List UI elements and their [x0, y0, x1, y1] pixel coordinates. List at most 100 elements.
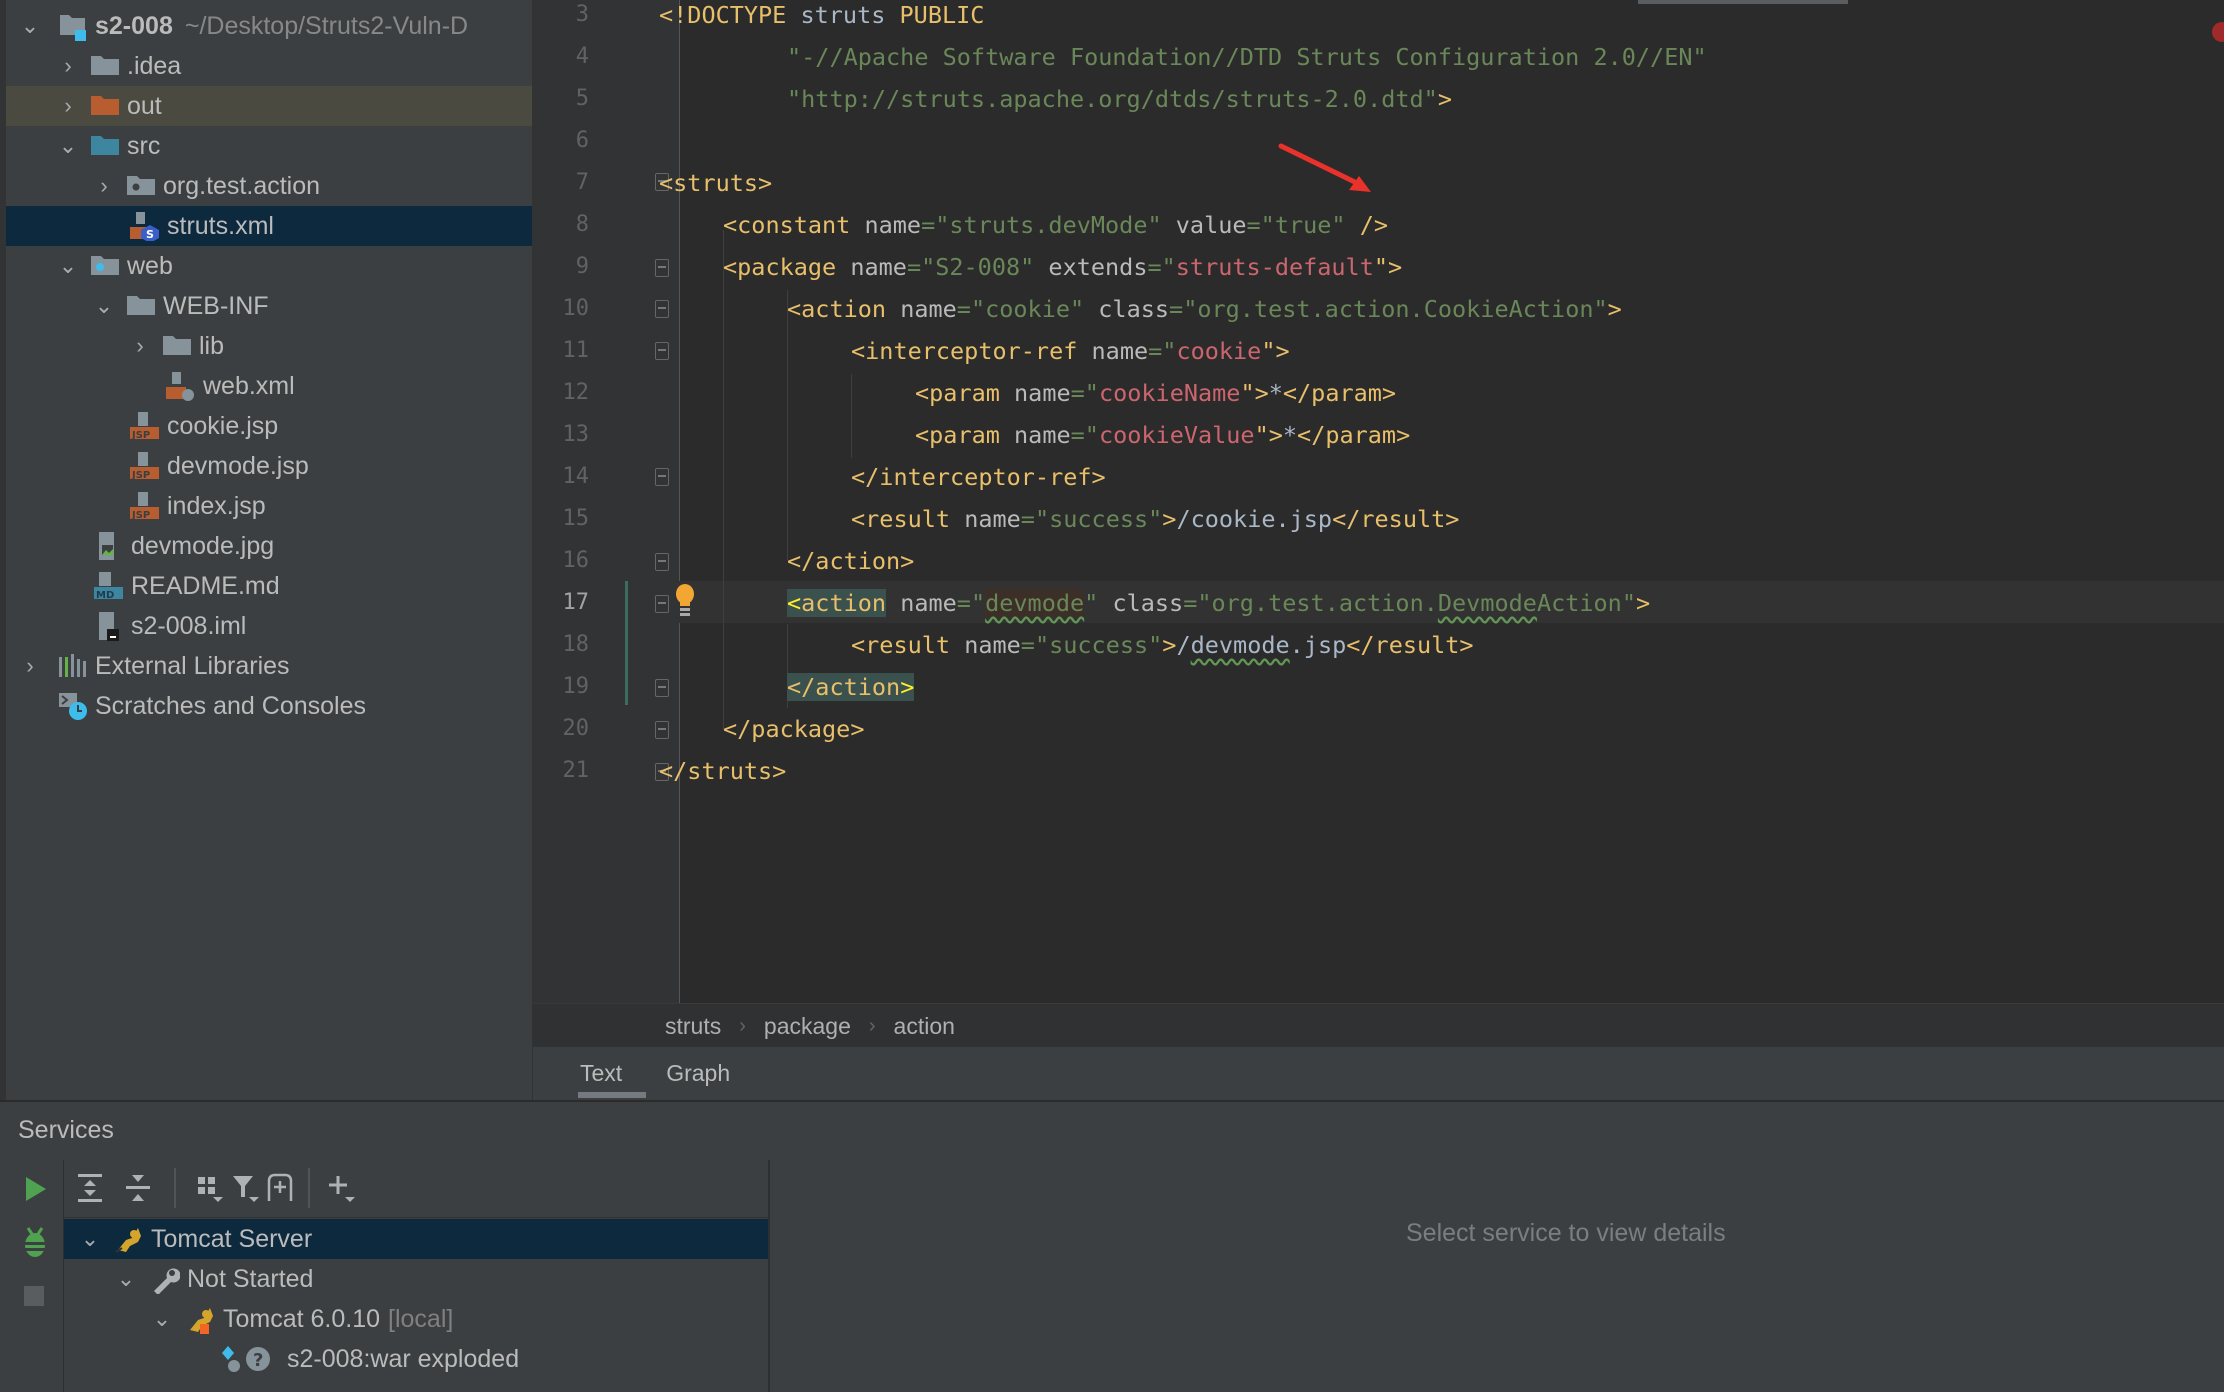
tree-item-struts-xml[interactable]: S struts.xml	[6, 206, 532, 246]
breadcrumb-item-action[interactable]: action	[894, 1013, 955, 1040]
code-editor[interactable]: 3 4 5 6 7 8 9 10 11 12 13 14 15 16 17 18 19 20 21 <!DOCTYP…	[533, 0, 2224, 1003]
code-line-19: </action>	[787, 673, 915, 701]
package-icon	[126, 171, 156, 201]
toolbar-separator	[174, 1168, 176, 1208]
chevron-right-icon[interactable]: ›	[20, 646, 40, 686]
tree-item-iml[interactable]: s2-008.iml	[6, 606, 532, 646]
breadcrumb-item-package[interactable]: package	[764, 1013, 851, 1040]
line-number[interactable]: 17	[533, 582, 590, 624]
line-number[interactable]: 12	[533, 372, 590, 414]
chevron-down-icon[interactable]: ⌄	[94, 286, 114, 326]
tree-item-idea[interactable]: › .idea	[6, 46, 532, 86]
breadcrumb-separator-icon: ›	[739, 1014, 746, 1037]
services-tool-window: Services ⌄ Tomcat Server ⌄ Not Started ⌄…	[0, 1100, 2224, 1392]
service-artifact-war-exploded[interactable]: ? s2-008:war exploded	[64, 1339, 769, 1379]
tree-item-label: web	[127, 251, 173, 280]
svg-text:S: S	[146, 228, 154, 241]
line-number[interactable]: 6	[533, 120, 589, 162]
svg-text:?: ?	[253, 1350, 263, 1371]
line-number[interactable]: 4	[533, 36, 589, 78]
chevron-right-icon[interactable]: ›	[130, 326, 150, 366]
tree-item-label: src	[127, 131, 161, 160]
artifact-unknown-status-icon: ?	[220, 1344, 280, 1374]
tab-graph[interactable]: Graph	[644, 1047, 752, 1100]
service-not-started[interactable]: ⌄ Not Started	[64, 1259, 769, 1299]
service-tomcat-6-0-10[interactable]: ⌄ Tomcat 6.0.10 [local]	[64, 1299, 769, 1339]
chevron-down-icon[interactable]: ⌄	[58, 126, 78, 166]
service-tomcat-server[interactable]: ⌄ Tomcat Server	[64, 1219, 769, 1259]
line-number[interactable]: 9	[533, 246, 589, 288]
annotation-arrow-icon	[1278, 143, 1371, 192]
line-number[interactable]: 13	[533, 414, 590, 456]
tab-text[interactable]: Text	[558, 1047, 647, 1100]
tree-item-lib[interactable]: › lib	[6, 326, 532, 366]
chevron-down-icon[interactable]: ⌄	[58, 246, 78, 286]
tree-item-label: index.jsp	[167, 491, 266, 520]
line-number[interactable]: 15	[533, 498, 590, 540]
struts-xml-file-icon: S	[130, 211, 160, 243]
line-number[interactable]: 21	[533, 750, 590, 792]
tree-item-web-xml[interactable]: web.xml	[6, 366, 532, 406]
code-line-15: <result name="success">/cookie.jsp</resu…	[851, 505, 1460, 533]
services-toolbar	[64, 1160, 769, 1218]
line-number[interactable]: 14	[533, 456, 590, 498]
line-number[interactable]: 8	[533, 204, 589, 246]
line-number[interactable]: 7	[533, 162, 589, 204]
tree-item-devmode-jpg[interactable]: devmode.jpg	[6, 526, 532, 566]
tree-item-src[interactable]: ⌄ src	[6, 126, 532, 166]
breadcrumb-item-struts[interactable]: struts	[665, 1013, 721, 1040]
line-number[interactable]: 11	[533, 330, 590, 372]
line-number[interactable]: 18	[533, 624, 590, 666]
line-number[interactable]: 16	[533, 540, 590, 582]
tree-root-s2-008[interactable]: ⌄ s2-008 ~/Desktop/Struts2-Vuln-D	[6, 6, 532, 46]
chevron-right-icon[interactable]: ›	[58, 46, 78, 86]
line-number[interactable]: 19	[533, 666, 590, 708]
tree-item-org-test-action[interactable]: › org.test.action	[6, 166, 532, 206]
new-tab-button[interactable]	[262, 1170, 298, 1206]
line-number[interactable]: 5	[533, 78, 589, 120]
line-number[interactable]: 20	[533, 708, 590, 750]
run-button[interactable]	[20, 1174, 50, 1209]
tree-item-external-libraries[interactable]: › External Libraries	[6, 646, 532, 686]
group-by-button[interactable]	[192, 1170, 228, 1206]
tree-item-out[interactable]: › out	[6, 86, 532, 126]
services-empty-detail: Select service to view details	[1406, 1219, 1726, 1247]
chevron-down-icon[interactable]: ⌄	[80, 1219, 100, 1259]
line-number[interactable]: 10	[533, 288, 590, 330]
code-line-18: <result name="success">/devmode.jsp</res…	[851, 631, 1474, 659]
services-splitter[interactable]	[768, 1160, 770, 1392]
stop-button[interactable]	[24, 1286, 44, 1306]
chevron-down-icon[interactable]: ⌄	[116, 1259, 136, 1299]
module-folder-icon	[58, 11, 88, 41]
wrench-icon	[150, 1264, 181, 1295]
jsp-file-icon: JSP	[130, 411, 160, 441]
image-file-icon	[94, 531, 124, 561]
tree-item-index-jsp[interactable]: JSP index.jsp	[6, 486, 532, 526]
tree-item-label: README.md	[131, 571, 280, 600]
chevron-right-icon[interactable]: ›	[58, 86, 78, 126]
services-tree: ⌄ Tomcat Server ⌄ Not Started ⌄ Tomcat 6…	[64, 1217, 769, 1392]
tab-label: Text	[580, 1060, 623, 1086]
source-folder-icon	[90, 131, 120, 161]
tree-item-readme[interactable]: MD README.md	[6, 566, 532, 606]
tree-item-label: Not Started	[187, 1264, 314, 1293]
chevron-down-icon[interactable]: ⌄	[152, 1299, 172, 1339]
tree-item-devmode-jsp[interactable]: JSP devmode.jsp	[6, 446, 532, 486]
tree-item-web[interactable]: ⌄ web	[6, 246, 532, 286]
chevron-right-icon[interactable]: ›	[94, 166, 114, 206]
tree-item-label: Tomcat 6.0.10	[223, 1304, 381, 1333]
svg-text:JSP: JSP	[131, 510, 150, 521]
project-tool-window: ⌄ s2-008 ~/Desktop/Struts2-Vuln-D › .ide…	[0, 0, 533, 1100]
project-name: s2-008	[95, 11, 173, 40]
tree-item-scratches[interactable]: Scratches and Consoles	[6, 686, 532, 726]
tree-item-label: web.xml	[203, 371, 295, 400]
line-number[interactable]: 3	[533, 0, 589, 36]
tree-item-web-inf[interactable]: ⌄ WEB-INF	[6, 286, 532, 326]
expand-all-button[interactable]	[72, 1170, 108, 1206]
debug-button[interactable]	[20, 1226, 50, 1265]
tree-item-cookie-jsp[interactable]: JSP cookie.jsp	[6, 406, 532, 446]
add-service-button[interactable]	[324, 1170, 360, 1206]
filter-button[interactable]	[228, 1170, 264, 1206]
collapse-all-button[interactable]	[120, 1170, 156, 1206]
chevron-down-icon[interactable]: ⌄	[20, 6, 40, 46]
